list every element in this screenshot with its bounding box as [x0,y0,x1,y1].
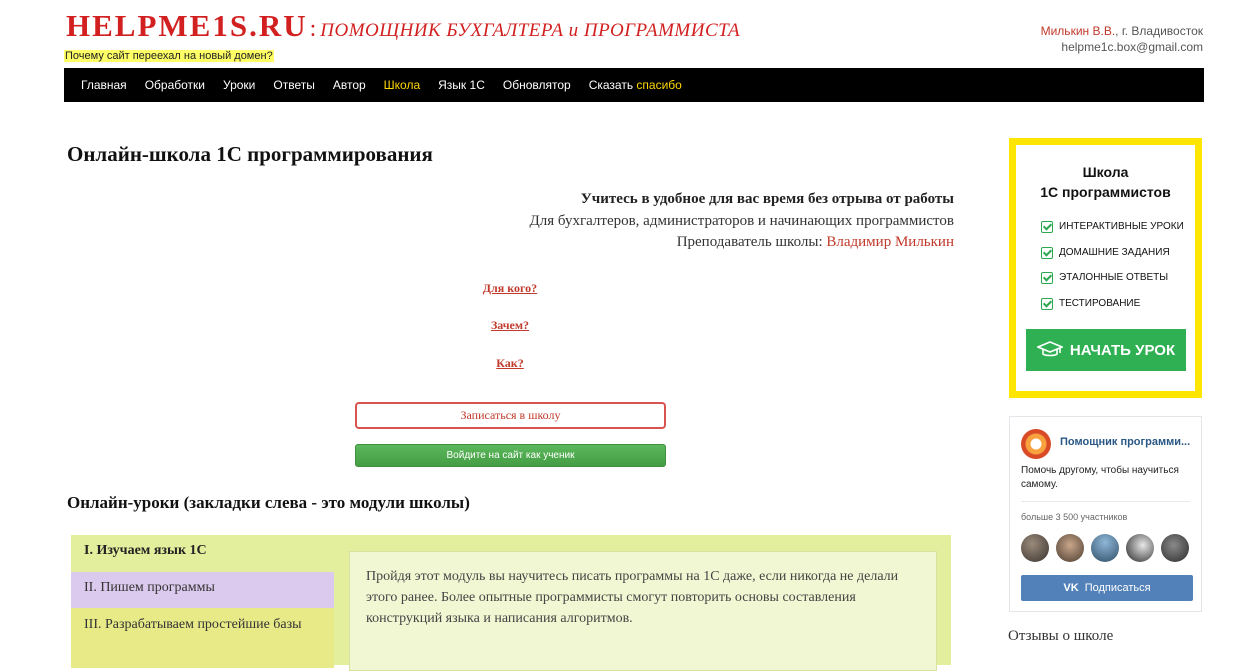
school-banner-title: Школа 1С программистов [1016,162,1195,202]
feature-label: Эталонные ответы [1059,272,1169,283]
student-login-button[interactable]: Войдите на сайт как ученик [355,444,666,467]
nav-item-home[interactable]: Главная [81,78,127,92]
avatar[interactable] [1161,534,1189,562]
tab-module-2[interactable]: II. Пишем программы [71,572,334,608]
vk-logo-icon: VK [1063,582,1079,594]
thanks-prefix: Сказать [588,78,634,92]
school-title-line2: 1С программистов [1040,184,1171,200]
nav-item-thanks[interactable]: Сказать спасибо [589,78,682,92]
feature-label: Интерактивные уроки [1059,221,1184,232]
group-name-link[interactable]: Помощник программи... [1060,436,1190,448]
list-item: Интерактивные уроки [1041,221,1184,247]
feature-label: Домашние задания [1059,246,1170,258]
checkbox-icon [1041,221,1053,233]
nav-item-processing[interactable]: Обработки [145,78,205,92]
lessons-title: Онлайн-уроки (закладки слева - это модул… [67,493,470,512]
site-logo[interactable]: HELPME1S.RU: ПОМОЩНИК БУХГАЛТЕРА и ПРОГРА… [66,8,740,44]
logo-slogan: ПОМОЩНИК БУХГАЛТЕРА и ПРОГРАММИСТА [320,20,741,41]
logo-main: HELPME1S.RU [66,8,308,43]
checkbox-icon [1041,297,1053,310]
list-item: Эталонные ответы [1041,272,1184,298]
vk-group-widget: Помощник программи... Помочь другому, чт… [1009,416,1202,612]
avatar[interactable] [1091,534,1119,562]
logo-colon: : [309,16,317,42]
nav-item-author[interactable]: Автор [333,78,366,92]
list-item: Домашние задания [1041,246,1184,273]
avatar[interactable] [1021,534,1049,562]
school-title-line1: Школа [1082,164,1129,180]
start-lesson-label: Начать урок [1069,341,1176,359]
avatar[interactable] [1056,534,1084,562]
group-description: Помочь другому, чтобы научиться самому. [1021,465,1179,490]
author-name-link[interactable]: Милькин В.В. [1041,24,1116,38]
member-avatars [1021,534,1196,562]
page-title: Онлайн-школа 1С программирования [67,142,433,166]
checkbox-icon [1041,246,1053,259]
author-email: helpme1c.box@gmail.com [1061,40,1203,54]
start-lesson-button[interactable]: Начать урок [1026,329,1186,371]
modules-panel: I. Изучаем язык 1С II. Пишем программы I… [71,535,951,671]
nav-item-updater[interactable]: Обновлятор [503,78,571,92]
feature-label: Тестирование [1059,297,1141,309]
feature-list: Интерактивные уроки Домашние задания Эта… [1041,221,1184,323]
teacher-label: Преподаватель школы: [676,234,823,250]
for-whom-link[interactable]: Для кого? [410,281,610,296]
intro-audience: Для бухгалтеров, администраторов и начин… [529,212,954,229]
teacher-link[interactable]: Владимир Милькин [826,234,954,250]
subscribe-label: Подписаться [1084,582,1151,594]
author-info: Милькин В.В., г. Владивосток helpme1c.bo… [1041,23,1203,55]
members-count: больше 3 500 участников [1021,512,1128,522]
avatar[interactable] [1126,534,1154,562]
author-city: , г. Владивосток [1115,24,1203,38]
list-item: Тестирование [1041,297,1184,324]
domain-moved-link[interactable]: Почему сайт переехал на новый домен? [64,50,274,62]
intro-headline: Учитесь в удобное для вас время без отры… [580,191,954,207]
group-avatar[interactable] [1021,429,1051,459]
nav-item-answers[interactable]: Ответы [273,78,314,92]
reviews-title: Отзывы о школе [1008,628,1114,644]
school-intro: Учитесь в удобное для вас время без отры… [530,189,954,254]
divider [1021,501,1190,502]
tab-module-1[interactable]: I. Изучаем язык 1С [71,535,334,572]
nav-item-language[interactable]: Язык 1С [438,78,485,92]
main-nav: Главная Обработки Уроки Ответы Автор Шко… [64,68,1204,102]
checkbox-icon [1041,272,1053,284]
school-banner[interactable]: Школа 1С программистов Интерактивные уро… [1009,138,1202,398]
why-link[interactable]: Зачем? [410,318,610,333]
how-link[interactable]: Как? [410,356,610,371]
thanks-word: спасибо [636,78,682,92]
graduation-cap-icon [1035,340,1064,360]
signup-button[interactable]: Записаться в школу [355,402,666,429]
vk-subscribe-button[interactable]: VK Подписаться [1021,575,1193,601]
tab-module-3[interactable]: III. Разрабатываем простейшие базы [71,608,334,668]
nav-item-school[interactable]: Школа [384,78,420,92]
module-description: Пройдя этот модуль вы научитесь писать п… [349,551,937,671]
nav-item-lessons[interactable]: Уроки [223,78,255,92]
